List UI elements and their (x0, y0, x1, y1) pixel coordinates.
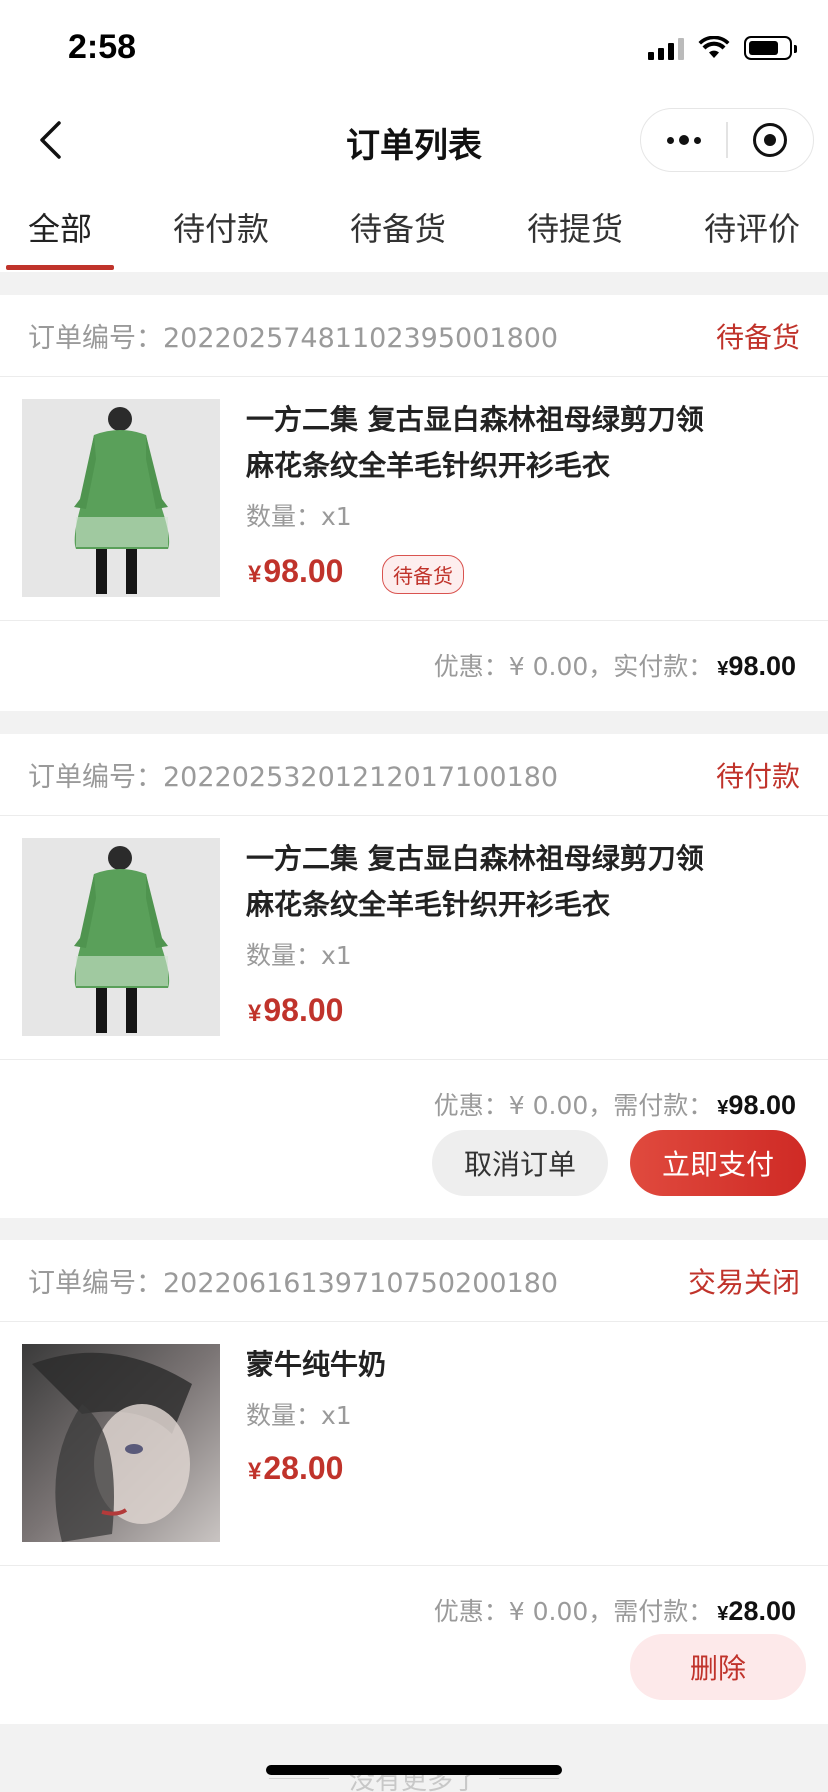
payment-summary: 优惠： ¥ 0.00，需付款： ¥28.00 (433, 1596, 796, 1626)
product-title: 蒙牛纯牛奶 (246, 1348, 387, 1381)
more-icon (666, 135, 701, 145)
order-footer: 优惠： ¥ 0.00，需付款： ¥28.00 删除 (0, 1566, 828, 1722)
order-card[interactable]: 订单编号：20220253201212017100180 待付款 一方二集 复古… (0, 734, 828, 1218)
order-status: 交易关闭 (687, 1265, 800, 1299)
product-quantity: 数量：x1 (246, 502, 352, 531)
wifi-icon (698, 36, 730, 58)
order-item[interactable]: 蒙牛纯牛奶 数量：x1 ¥28.00 (0, 1322, 828, 1566)
product-image (22, 399, 220, 597)
product-image (22, 1344, 220, 1542)
order-item[interactable]: 一方二集 复古显白森林祖母绿剪刀领 麻花条纹全羊毛针织开衫毛衣 数量：x1 ¥9… (0, 816, 828, 1060)
cancel-order-button[interactable]: 取消订单 (432, 1130, 608, 1196)
mini-program-capsule (640, 108, 814, 172)
order-card[interactable]: 订单编号：20220257481102395001800 待备货 一方二集 复古… (0, 295, 828, 711)
order-header: 订单编号：20220253201212017100180 待付款 (0, 734, 828, 816)
status-time: 2:58 (68, 28, 137, 66)
more-button[interactable] (641, 109, 726, 171)
signal-icon (648, 36, 684, 60)
home-indicator[interactable] (266, 1765, 562, 1775)
battery-icon (744, 36, 797, 60)
product-price: ¥28.00 (248, 1450, 344, 1486)
order-footer: 优惠： ¥ 0.00，实付款： ¥98.00 (0, 621, 828, 709)
divider (268, 1777, 329, 1780)
status-icons (648, 36, 797, 60)
tab-pending-review[interactable]: 待评价 (704, 184, 800, 272)
status-bar: 2:58 (0, 0, 828, 96)
divider (499, 1777, 559, 1780)
delete-order-button[interactable]: 删除 (630, 1634, 806, 1700)
product-quantity: 数量：x1 (246, 941, 352, 970)
order-number: 订单编号：20220253201212017100180 (28, 762, 559, 793)
order-status: 待付款 (715, 759, 800, 793)
order-tabs: 全部 待付款 待备货 待提货 待评价 (0, 184, 828, 272)
order-header: 订单编号：20220257481102395001800 待备货 (0, 295, 828, 377)
product-price: ¥98.00 (248, 553, 344, 589)
product-title: 一方二集 复古显白森林祖母绿剪刀领 麻花条纹全羊毛针织开衫毛衣 (246, 403, 704, 482)
order-item[interactable]: 一方二集 复古显白森林祖母绿剪刀领 麻花条纹全羊毛针织开衫毛衣 数量：x1 ¥9… (0, 377, 828, 621)
close-miniprogram-button[interactable] (728, 109, 813, 171)
order-header: 订单编号：20220616139710750200180 交易关闭 (0, 1240, 828, 1322)
product-price: ¥98.00 (248, 992, 344, 1028)
product-quantity: 数量：x1 (246, 1401, 352, 1430)
tab-pending-pickup[interactable]: 待提货 (527, 184, 623, 272)
product-title: 一方二集 复古显白森林祖母绿剪刀领 麻花条纹全羊毛针织开衫毛衣 (246, 842, 704, 921)
nav-bar: 订单列表 (0, 96, 828, 184)
payment-summary: 优惠： ¥ 0.00，需付款： ¥98.00 (433, 1090, 796, 1120)
order-number: 订单编号：20220257481102395001800 (28, 323, 559, 354)
order-status: 待备货 (715, 320, 800, 354)
status-badge: 待备货 (382, 555, 464, 594)
tab-pending-payment[interactable]: 待付款 (173, 184, 269, 272)
target-icon (753, 123, 788, 157)
payment-summary: 优惠： ¥ 0.00，实付款： ¥98.00 (433, 651, 796, 681)
order-card[interactable]: 订单编号：20220616139710750200180 交易关闭 蒙牛纯牛奶 … (0, 1240, 828, 1724)
pay-now-button[interactable]: 立即支付 (630, 1130, 806, 1196)
order-number: 订单编号：20220616139710750200180 (28, 1268, 559, 1299)
order-footer: 优惠： ¥ 0.00，需付款： ¥98.00 取消订单 立即支付 (0, 1060, 828, 1216)
tab-pending-stock[interactable]: 待备货 (350, 184, 446, 272)
tab-all[interactable]: 全部 (5, 184, 115, 272)
product-image (22, 838, 220, 1036)
